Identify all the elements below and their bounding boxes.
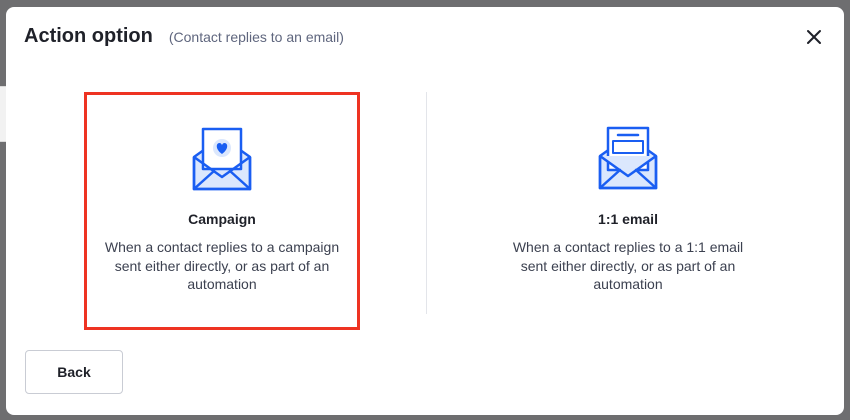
options-divider bbox=[426, 92, 427, 314]
envelope-heart-icon bbox=[192, 127, 252, 191]
modal-subtitle: (Contact replies to an email) bbox=[168, 29, 344, 45]
action-option-modal: Action option (Contact replies to an ema… bbox=[6, 7, 844, 415]
option-one-to-one-email[interactable]: 1:1 email When a contact replies to a 1:… bbox=[490, 92, 766, 330]
envelope-letter-icon bbox=[598, 126, 658, 190]
close-icon bbox=[807, 30, 821, 44]
back-button[interactable]: Back bbox=[25, 350, 123, 394]
option-campaign[interactable]: Campaign When a contact replies to a cam… bbox=[84, 92, 360, 330]
modal-header: Action option (Contact replies to an ema… bbox=[24, 25, 344, 48]
option-label: Campaign bbox=[188, 211, 256, 227]
option-description: When a contact replies to a 1:1 email se… bbox=[512, 239, 744, 292]
action-options: Campaign When a contact replies to a cam… bbox=[84, 92, 754, 332]
modal-title: Action option bbox=[24, 25, 153, 47]
option-label: 1:1 email bbox=[598, 211, 658, 227]
close-button[interactable] bbox=[804, 27, 824, 47]
option-description: When a contact replies to a campaign sen… bbox=[104, 239, 340, 292]
